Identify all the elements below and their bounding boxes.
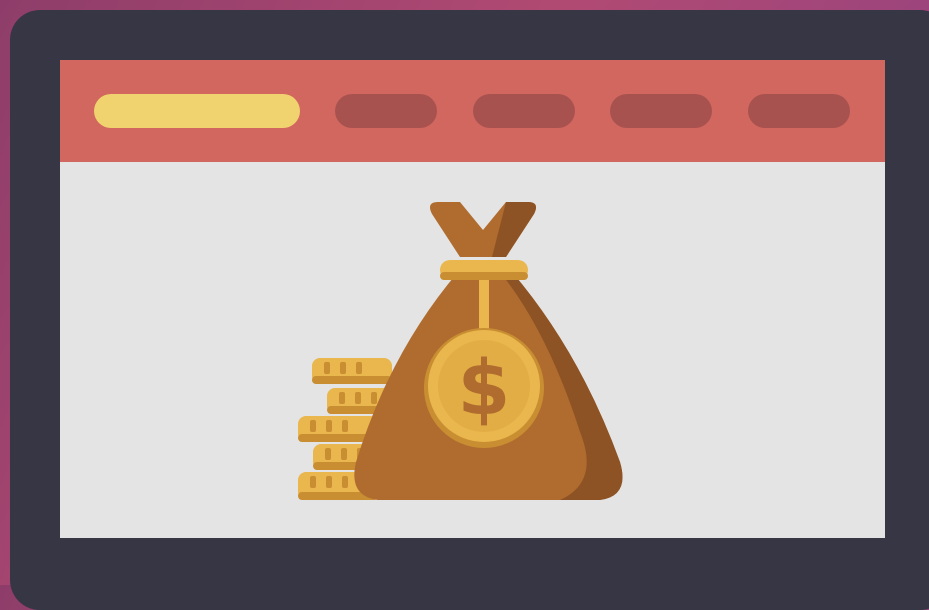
nav-tab-4[interactable] <box>610 94 712 128</box>
dollar-sign-icon: $ <box>458 343 511 432</box>
nav-bar <box>60 60 885 162</box>
nav-tab-3[interactable] <box>473 94 575 128</box>
nav-tab-5[interactable] <box>748 94 850 128</box>
nav-tab-2[interactable] <box>335 94 437 128</box>
content-area: $ <box>60 162 885 538</box>
browser-window: $ <box>60 60 885 538</box>
nav-tab-1-active[interactable] <box>94 94 300 128</box>
money-bag-illustration: $ <box>298 202 623 500</box>
